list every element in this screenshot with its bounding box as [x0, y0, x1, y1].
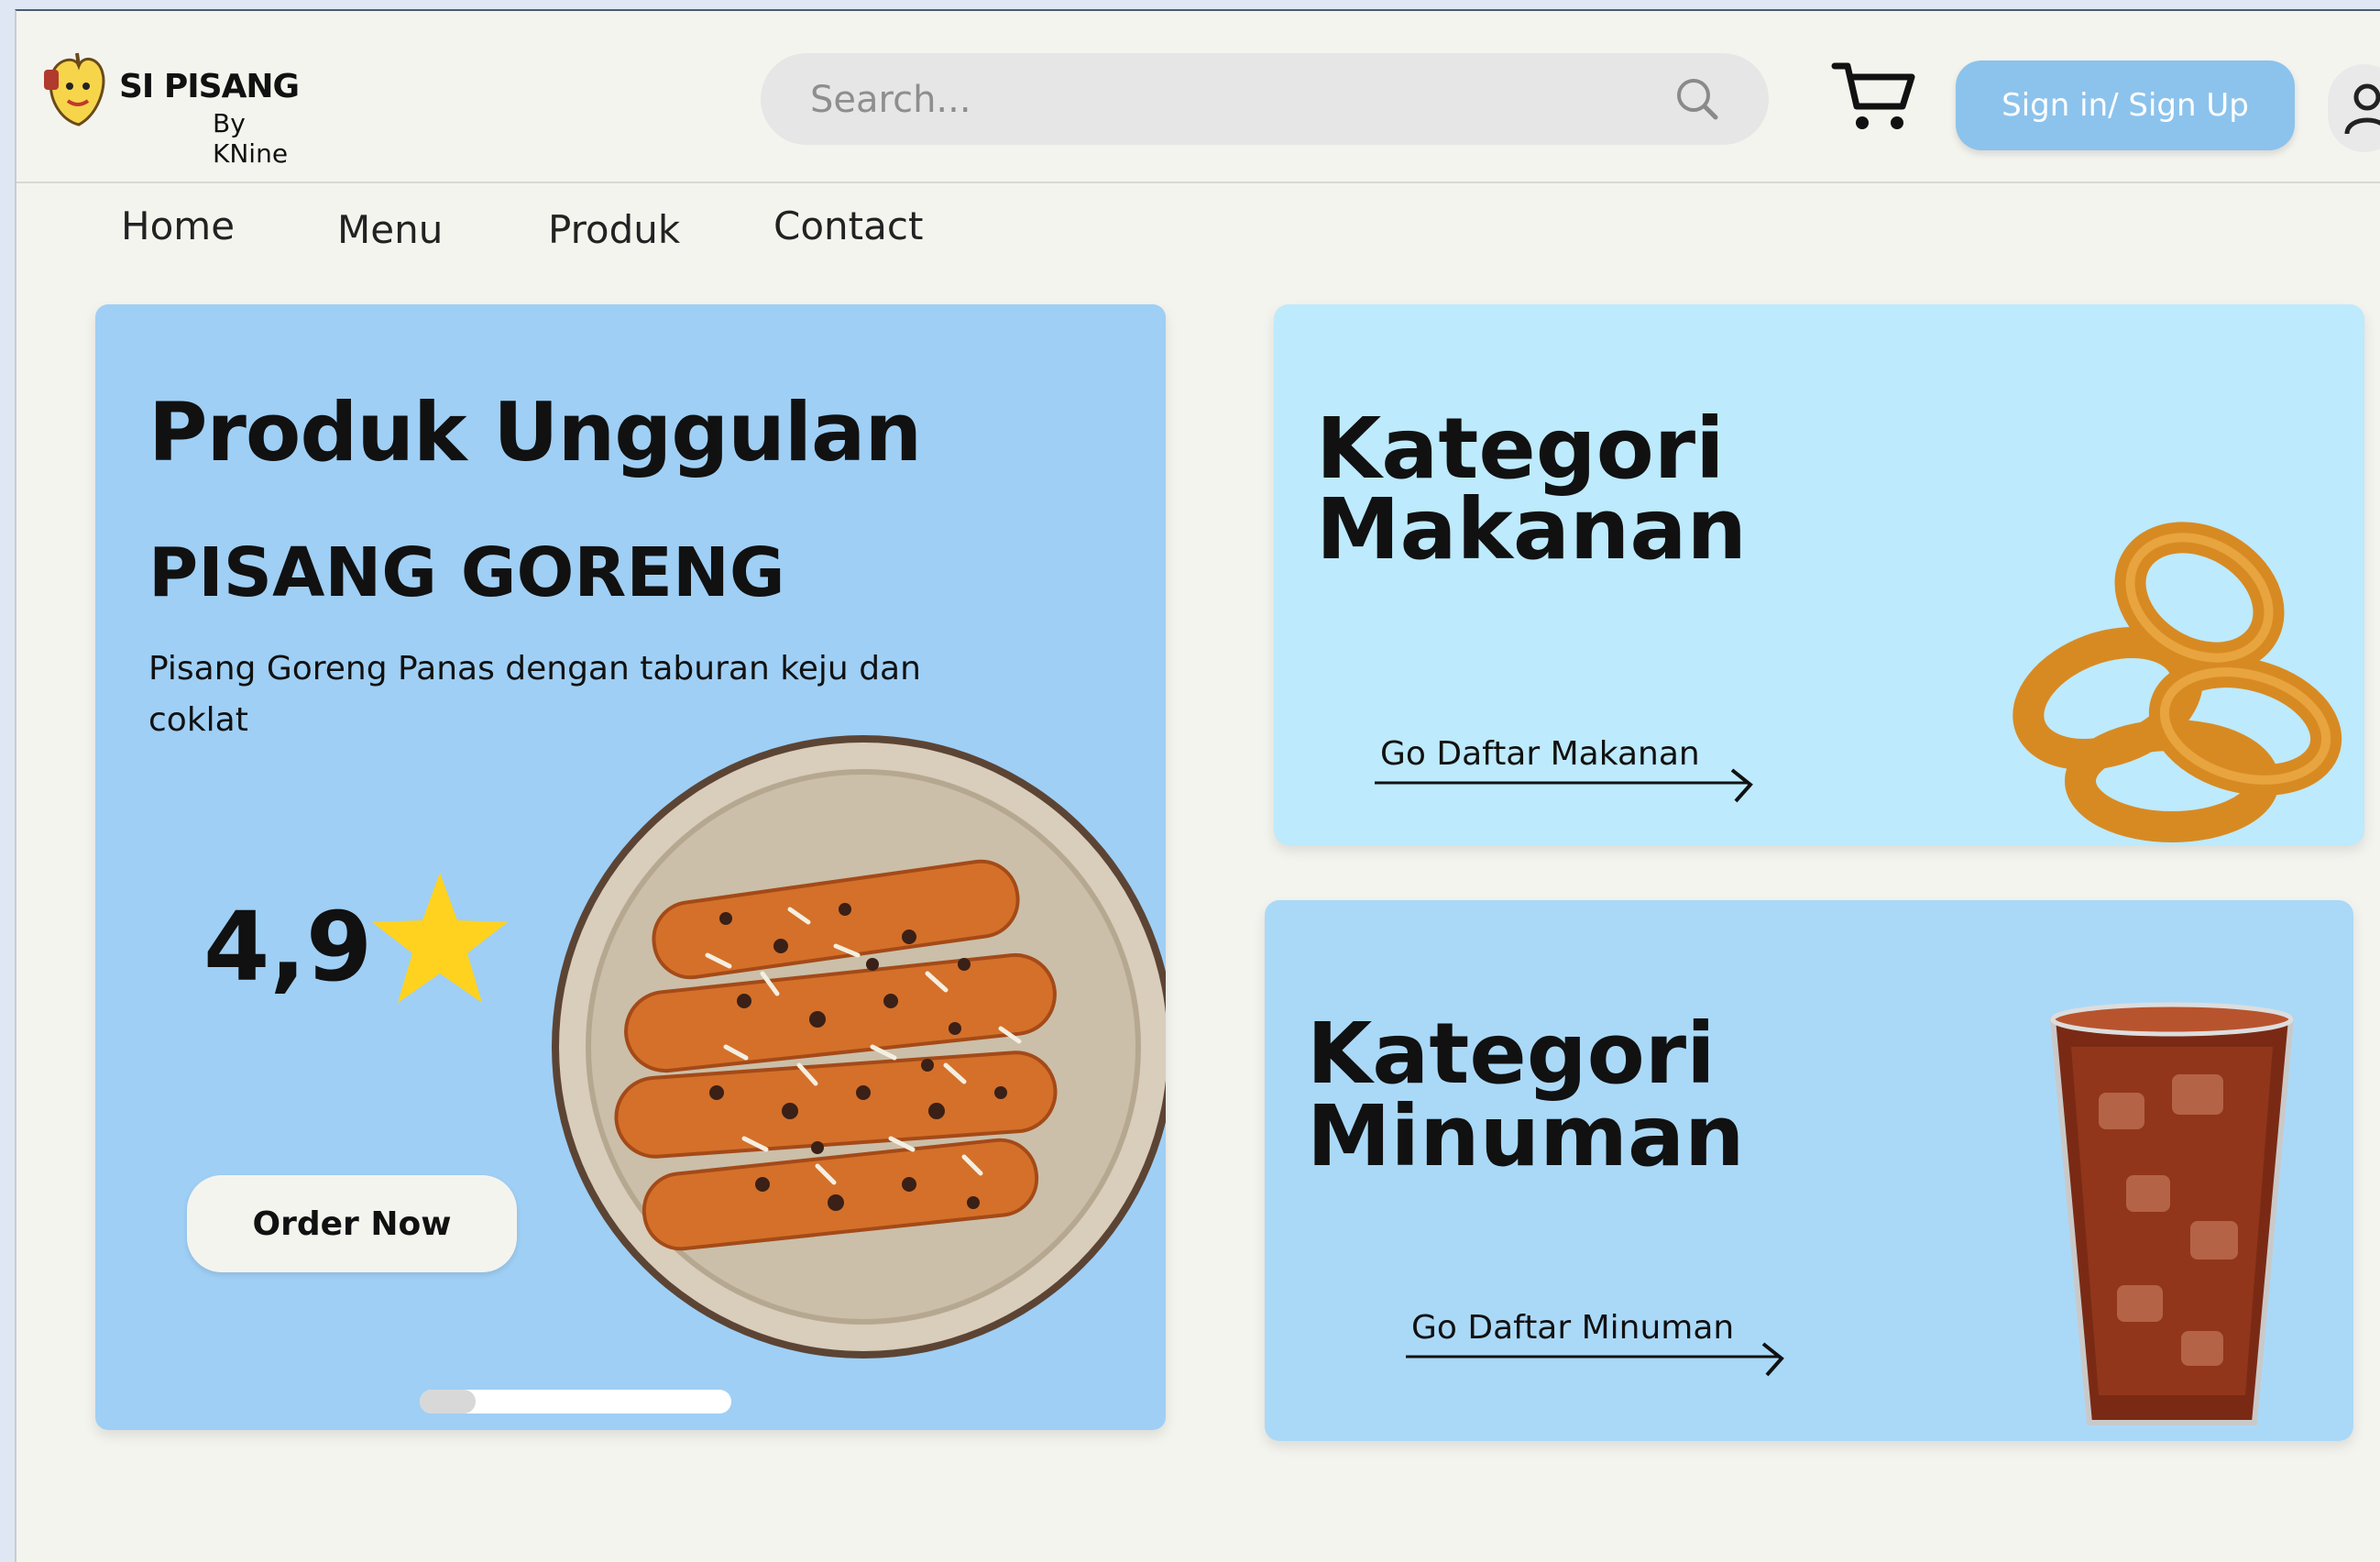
carousel-indicator[interactable]: [420, 1390, 731, 1414]
product-name: PISANG GORENG: [148, 534, 785, 612]
carousel-indicator-active: [420, 1390, 477, 1414]
category-drink-title-line1: Kategori: [1307, 1005, 1716, 1103]
brand-subtitle: By KNine: [213, 108, 289, 169]
banana-logo-icon: [44, 52, 105, 126]
go-daftar-minuman-link[interactable]: Go Daftar Minuman: [1411, 1309, 1734, 1347]
category-food-title-line2: Makanan: [1316, 480, 1747, 578]
cart-icon[interactable]: [1831, 59, 1919, 136]
arrow-right-icon: [1375, 768, 1753, 803]
iced-tea-image: [2049, 1002, 2295, 1425]
header: SI PISANG By KNine Sign in/ Sign Up: [16, 11, 2380, 183]
hero-title: Produk Unggulan: [148, 385, 922, 479]
category-food-card[interactable]: Kategori Makanan Go Daftar Makanan: [1274, 304, 2364, 845]
nav-item-home[interactable]: Home: [121, 204, 235, 248]
user-profile-button[interactable]: [2328, 64, 2380, 152]
order-now-button[interactable]: Order Now: [187, 1175, 517, 1272]
featured-product-card: Produk Unggulan PISANG GORENG Pisang Gor…: [95, 304, 1166, 1430]
search-bar[interactable]: [761, 53, 1769, 145]
user-icon: [2344, 83, 2380, 135]
search-icon[interactable]: [1673, 75, 1721, 123]
brand-name: SI PISANG: [119, 68, 300, 105]
onion-rings-image: [2013, 522, 2342, 842]
page: SI PISANG By KNine Sign in/ Sign Up Home: [15, 9, 2380, 1562]
pisang-goreng-image: [552, 735, 1166, 1358]
rating-value: 4,9: [203, 891, 373, 1003]
signin-signup-button[interactable]: Sign in/ Sign Up: [1956, 60, 2295, 150]
go-daftar-makanan-link[interactable]: Go Daftar Makanan: [1380, 735, 1700, 773]
logo[interactable]: SI PISANG By KNine: [42, 50, 308, 169]
search-input[interactable]: [808, 68, 1637, 132]
category-drink-card[interactable]: Kategori Minuman Go Daftar Minuman: [1265, 900, 2353, 1441]
star-icon: [372, 873, 508, 1003]
nav-item-produk[interactable]: Produk: [548, 207, 680, 252]
category-drink-title-line2: Minuman: [1307, 1087, 1745, 1185]
nav-item-menu[interactable]: Menu: [337, 207, 443, 252]
nav-item-contact[interactable]: Contact: [773, 204, 923, 248]
arrow-right-icon: [1406, 1342, 1784, 1377]
